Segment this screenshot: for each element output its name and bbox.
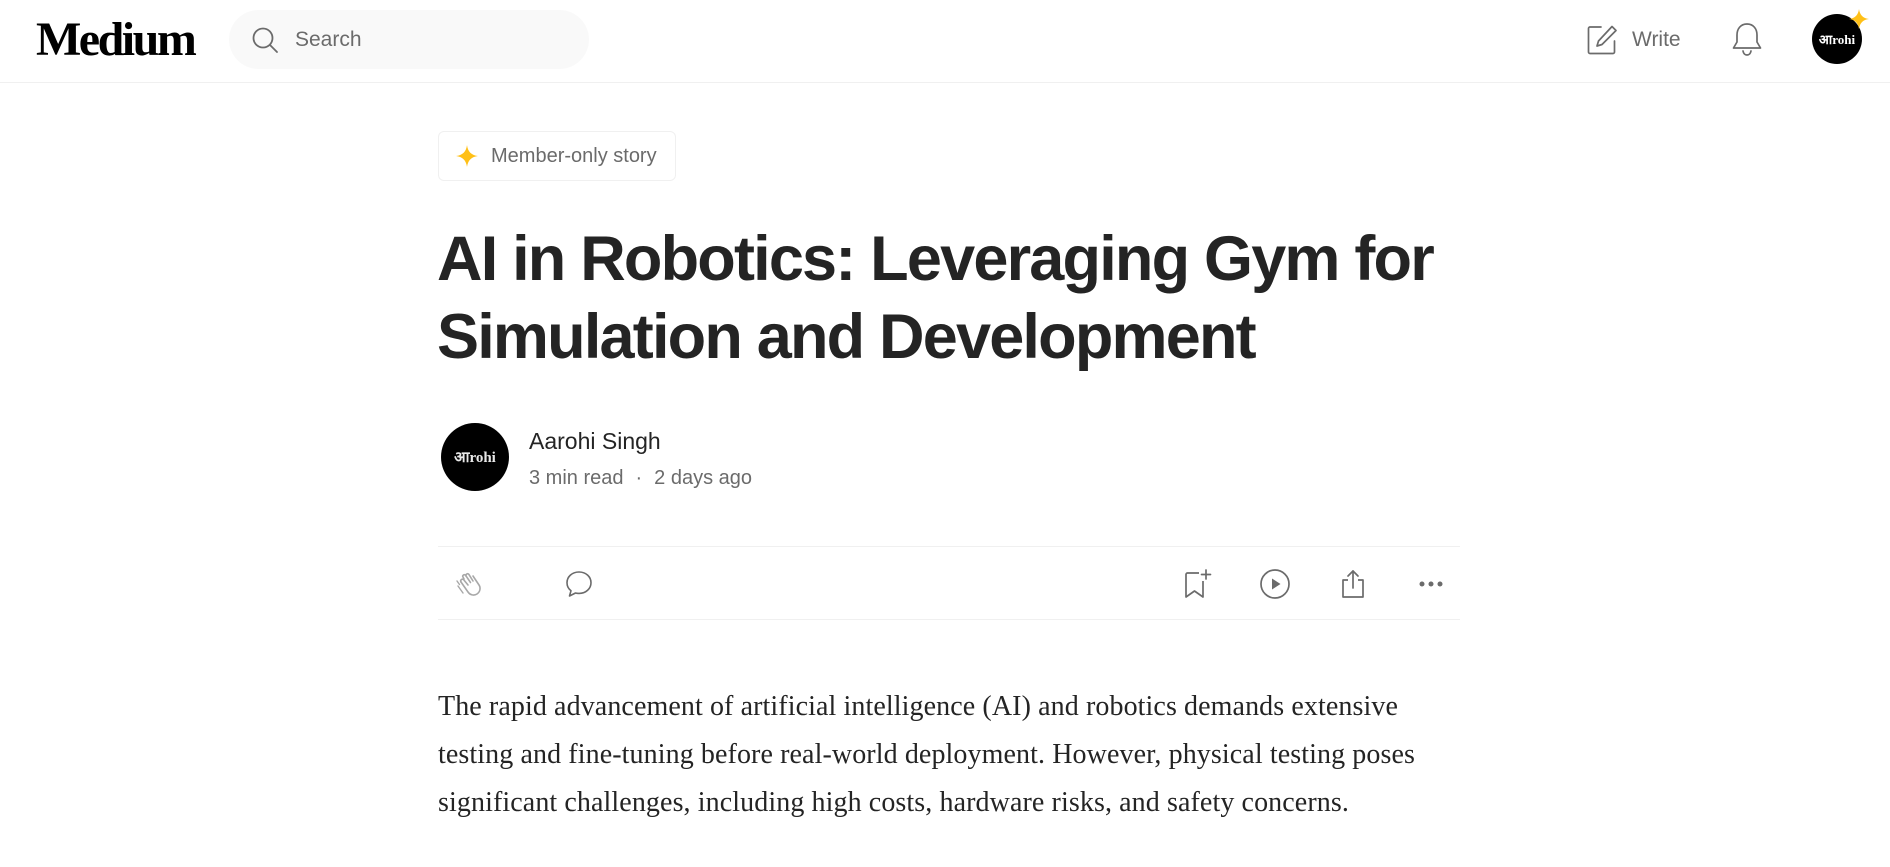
- user-avatar-text: आrohi: [1818, 32, 1856, 47]
- write-button[interactable]: Write: [1586, 20, 1681, 60]
- listen-button[interactable]: [1258, 567, 1292, 601]
- play-icon: [1260, 569, 1290, 599]
- write-label: Write: [1632, 28, 1681, 51]
- more-icon: [1419, 581, 1443, 587]
- clap-button[interactable]: [452, 567, 486, 601]
- comment-icon: [566, 571, 592, 597]
- bell-icon: [1732, 23, 1762, 56]
- author-avatar-text: आrohi: [454, 450, 496, 466]
- share-button[interactable]: [1336, 567, 1370, 601]
- user-avatar[interactable]: आrohi: [1812, 9, 1869, 64]
- response-button[interactable]: [562, 567, 596, 601]
- article-meta: 3 min read · 2 days ago: [529, 467, 752, 490]
- article-action-bar: [438, 546, 1460, 620]
- save-button[interactable]: [1180, 567, 1214, 601]
- member-only-badge: Member-only story: [438, 131, 676, 181]
- article-title: AI in Robotics: Leveraging Gym for Simul…: [437, 224, 1435, 372]
- read-time: 3 min read: [529, 467, 624, 489]
- clap-icon: [456, 572, 481, 596]
- share-icon: [1342, 570, 1364, 598]
- article-paragraph: The rapid advancement of artificial inte…: [438, 691, 1416, 818]
- write-icon: [1587, 25, 1617, 55]
- more-button[interactable]: [1414, 567, 1448, 601]
- notifications-button[interactable]: [1730, 20, 1764, 63]
- member-only-label: Member-only story: [491, 144, 657, 167]
- search-icon: [252, 27, 278, 53]
- bookmark-add-icon: [1185, 569, 1212, 598]
- meta-separator: ·: [635, 467, 643, 489]
- sparkle-icon: [1849, 9, 1869, 29]
- author-avatar[interactable]: आrohi: [441, 423, 509, 491]
- published-date: 2 days ago: [654, 467, 753, 489]
- search-box[interactable]: [229, 10, 589, 69]
- sparkle-icon: [456, 145, 478, 167]
- top-navigation: Medium Write आrohi: [0, 0, 1890, 83]
- search-input[interactable]: [293, 26, 553, 53]
- medium-logo[interactable]: Medium: [36, 14, 197, 66]
- author-name[interactable]: Aarohi Singh: [529, 428, 661, 455]
